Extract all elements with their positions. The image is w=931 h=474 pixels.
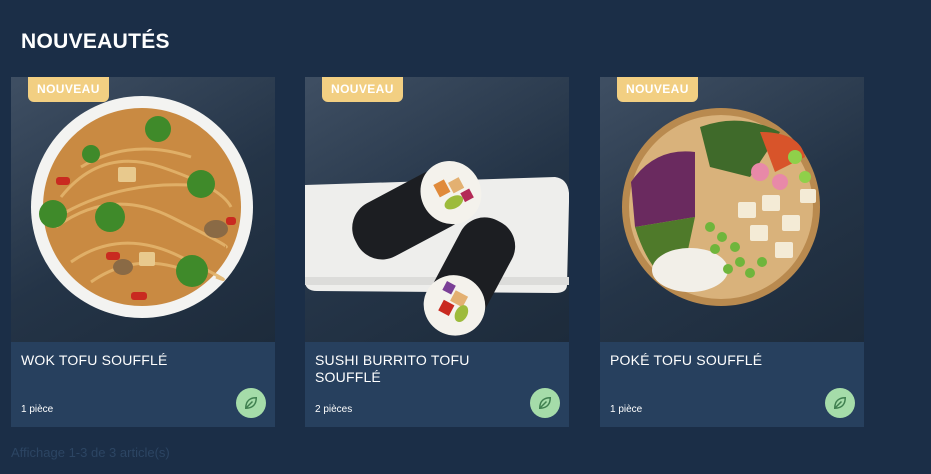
leaf-icon [530, 388, 560, 418]
leaf-icon [236, 388, 266, 418]
product-name[interactable]: POKÉ TOFU SOUFFLÉ [610, 352, 810, 369]
product-card-wok[interactable]: NOUVEAU WOK TOFU SOUFFLÉ 1 pièce [11, 77, 275, 427]
product-image-sushi-burrito[interactable]: NOUVEAU [305, 77, 569, 342]
product-quantity: 1 pièce [21, 404, 54, 415]
leaf-icon [825, 388, 855, 418]
new-badge: NOUVEAU [28, 77, 109, 102]
new-badge: NOUVEAU [617, 77, 698, 102]
product-image-wok[interactable]: NOUVEAU [11, 77, 275, 342]
section-title: NOUVEAUTÉS [21, 30, 170, 53]
product-card-sushi-burrito[interactable]: NOUVEAU SUSHI BURRITO TOFU SOUFFLÉ 2 piè… [305, 77, 569, 427]
product-name[interactable]: SUSHI BURRITO TOFU SOUFFLÉ [315, 352, 515, 386]
product-image-poke[interactable]: NOUVEAU [600, 77, 864, 342]
product-grid: NOUVEAU WOK TOFU SOUFFLÉ 1 pièce NOUVEAU… [11, 77, 871, 427]
product-name[interactable]: WOK TOFU SOUFFLÉ [21, 352, 221, 369]
product-quantity: 1 pièce [610, 404, 643, 415]
results-count: Affichage 1-3 de 3 article(s) [11, 445, 170, 460]
product-quantity: 2 pièces [315, 404, 353, 415]
new-badge: NOUVEAU [322, 77, 403, 102]
product-card-poke[interactable]: NOUVEAU POKÉ TOFU SOUFFLÉ 1 pièce [600, 77, 864, 427]
